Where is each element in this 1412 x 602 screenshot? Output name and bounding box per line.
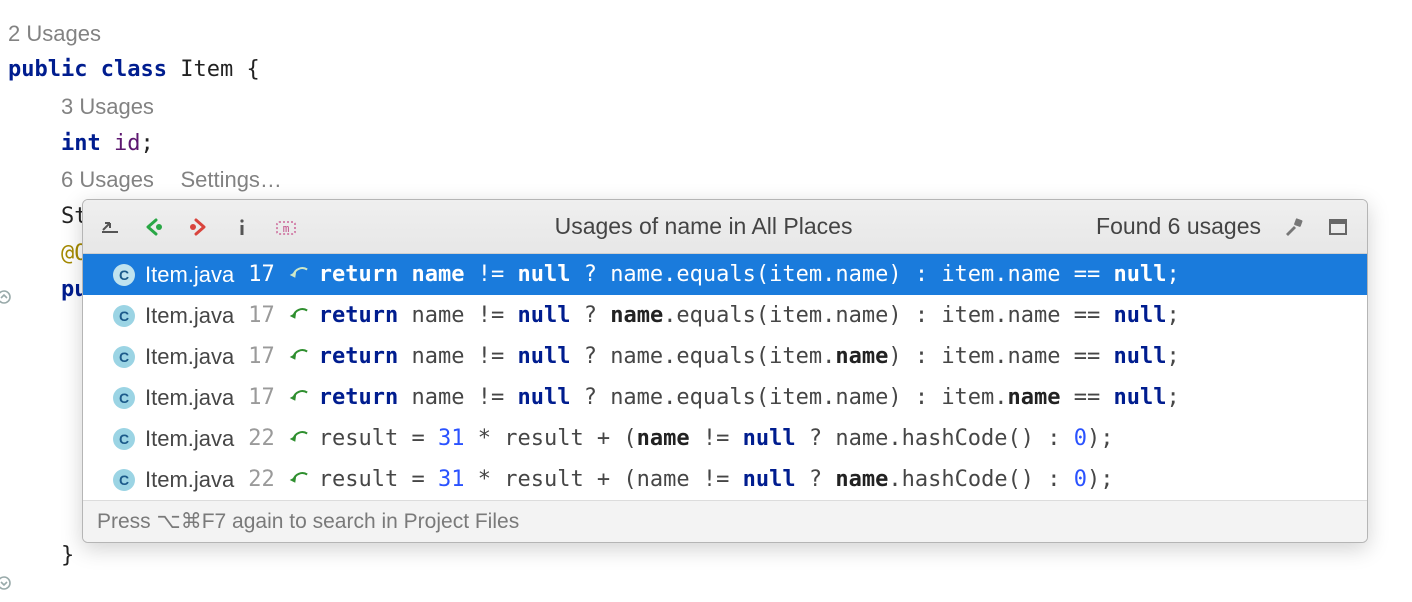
- method-filter-button[interactable]: m: [267, 208, 305, 246]
- file-name: Item.java: [145, 426, 234, 452]
- keyword-int: int: [61, 131, 101, 156]
- code-line[interactable]: public class Item {: [8, 52, 1412, 88]
- line-number: 17: [248, 303, 275, 328]
- usage-code: return name != null ? name.equals(item.n…: [319, 303, 1180, 328]
- class-file-icon: C: [113, 346, 135, 368]
- keyword-public: public: [8, 57, 87, 82]
- class-file-icon: C: [113, 387, 135, 409]
- class-file-icon: C: [113, 469, 135, 491]
- line-number: 22: [248, 426, 275, 451]
- usage-row[interactable]: C Item.java 17 return name != null ? name.…: [83, 336, 1367, 377]
- open-in-find-window-button[interactable]: [91, 208, 129, 246]
- file-name: Item.java: [145, 262, 234, 288]
- read-access-icon: [287, 389, 309, 407]
- code-line[interactable]: int id;: [8, 126, 1412, 162]
- class-file-icon: C: [113, 305, 135, 327]
- inlay-settings-link[interactable]: Settings…: [180, 167, 282, 192]
- usages-popup: m Usages of name in All Places Found 6 u…: [82, 199, 1368, 543]
- settings-button[interactable]: [1275, 208, 1313, 246]
- usage-code: result = 31 * result + (name != null ? n…: [319, 467, 1114, 492]
- usages-count: Found 6 usages: [1096, 213, 1261, 240]
- line-number: 17: [248, 385, 275, 410]
- usage-row[interactable]: C Item.java 17 return name != null ? name.…: [83, 377, 1367, 418]
- read-access-icon: [287, 266, 309, 284]
- file-name: Item.java: [145, 467, 234, 493]
- code-line[interactable]: }: [8, 538, 1412, 574]
- code-line[interactable]: 6 Usages Settings…: [8, 162, 1412, 199]
- inlay-hint-usages[interactable]: 6 Usages: [61, 167, 154, 192]
- class-file-icon: C: [113, 428, 135, 450]
- popup-toolbar: m Usages of name in All Places Found 6 u…: [83, 200, 1367, 254]
- usage-code: result = 31 * result + (name != null ? n…: [319, 426, 1114, 451]
- file-name: Item.java: [145, 344, 234, 370]
- usage-row[interactable]: C Item.java 17 return name != null ? name.…: [83, 295, 1367, 336]
- semicolon: ;: [140, 131, 153, 156]
- prev-occurrence-button[interactable]: [135, 208, 173, 246]
- class-name: Item: [180, 57, 233, 82]
- usage-row[interactable]: C Item.java 17 return name != null ? name.…: [83, 254, 1367, 295]
- popup-footer-hint: Press ⌥⌘F7 again to search in Project Fi…: [83, 500, 1367, 542]
- line-number: 22: [248, 467, 275, 492]
- usage-code: return name != null ? name.equals(item.n…: [319, 262, 1180, 287]
- quick-doc-button[interactable]: [223, 208, 261, 246]
- override-gutter-icon[interactable]: [0, 288, 12, 306]
- implements-gutter-icon[interactable]: [0, 574, 12, 592]
- field-id: id: [114, 131, 141, 156]
- file-name: Item.java: [145, 303, 234, 329]
- class-file-icon: C: [113, 264, 135, 286]
- file-name: Item.java: [145, 385, 234, 411]
- read-access-icon: [287, 348, 309, 366]
- usage-row[interactable]: C Item.java 22 result = 31 * result + (nam…: [83, 459, 1367, 500]
- read-access-icon: [287, 307, 309, 325]
- usage-code: return name != null ? name.equals(item.n…: [319, 385, 1180, 410]
- read-access-icon: [287, 471, 309, 489]
- code-line[interactable]: 3 Usages: [8, 89, 1412, 126]
- read-access-icon: [287, 430, 309, 448]
- brace-close: }: [61, 543, 74, 568]
- inlay-hint-usages[interactable]: 2 Usages: [8, 16, 1412, 52]
- next-occurrence-button[interactable]: [179, 208, 217, 246]
- keyword-class: class: [101, 57, 167, 82]
- usage-code: return name != null ? name.equals(item.n…: [319, 344, 1180, 369]
- usage-list: C Item.java 17 return name != null ? name.…: [83, 254, 1367, 500]
- svg-text:m: m: [283, 222, 290, 235]
- inlay-hint-usages[interactable]: 3 Usages: [61, 94, 154, 119]
- line-number: 17: [248, 344, 275, 369]
- open-window-button[interactable]: [1319, 208, 1357, 246]
- line-number: 17: [248, 262, 275, 287]
- popup-title: Usages of name in All Places: [311, 213, 1096, 240]
- brace-open: {: [246, 57, 259, 82]
- usage-row[interactable]: C Item.java 22 result = 31 * result + (nam…: [83, 418, 1367, 459]
